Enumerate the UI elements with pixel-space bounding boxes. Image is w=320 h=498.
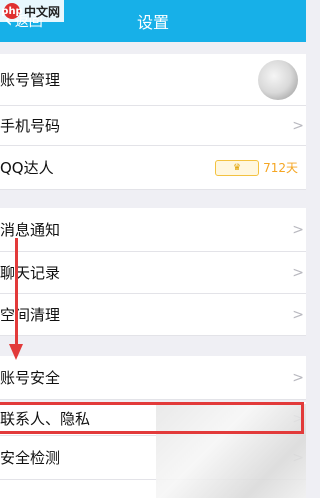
annotation-arrow-down-icon bbox=[9, 344, 23, 360]
row-qq-expert[interactable]: QQ达人 ♛ 712天 bbox=[0, 146, 306, 190]
row-message-notifications[interactable]: 消息通知 > bbox=[0, 208, 306, 252]
row-label: 账号安全 bbox=[0, 369, 61, 387]
row-label: 账号管理 bbox=[0, 71, 61, 89]
row-account-security[interactable]: 账号安全 > bbox=[0, 356, 306, 400]
row-label: 消息通知 bbox=[0, 221, 61, 239]
crown-icon: ♛ bbox=[215, 159, 260, 176]
row-label: 安全检测 bbox=[0, 449, 61, 467]
row-space-cleanup[interactable]: 空间清理 > bbox=[0, 294, 306, 336]
row-label: 空间清理 bbox=[0, 306, 61, 324]
watermark: php 中文网 bbox=[0, 0, 65, 22]
row-phone-number[interactable]: 手机号码 > bbox=[0, 106, 306, 146]
chevron-right-icon: > bbox=[292, 369, 304, 386]
chevron-right-icon: > bbox=[292, 221, 304, 238]
qq-expert-days: 712天 bbox=[263, 161, 298, 175]
chevron-right-icon: > bbox=[292, 117, 304, 134]
row-chat-history[interactable]: 聊天记录 > bbox=[0, 252, 306, 294]
watermark-text: 中文网 bbox=[24, 4, 61, 19]
row-account-management[interactable]: 账号管理 bbox=[0, 54, 306, 106]
annotation-highlight-box bbox=[0, 402, 304, 434]
row-label: 手机号码 bbox=[0, 117, 61, 135]
avatar bbox=[258, 60, 298, 100]
annotation-arrow-line bbox=[15, 238, 18, 346]
row-label: 聊天记录 bbox=[0, 264, 61, 282]
chevron-right-icon: > bbox=[292, 306, 304, 323]
row-label: QQ达人 bbox=[0, 159, 54, 177]
chevron-right-icon: > bbox=[292, 264, 304, 281]
qq-expert-badge: ♛ 712天 bbox=[215, 146, 298, 189]
watermark-logo-icon: php bbox=[1, 3, 23, 19]
